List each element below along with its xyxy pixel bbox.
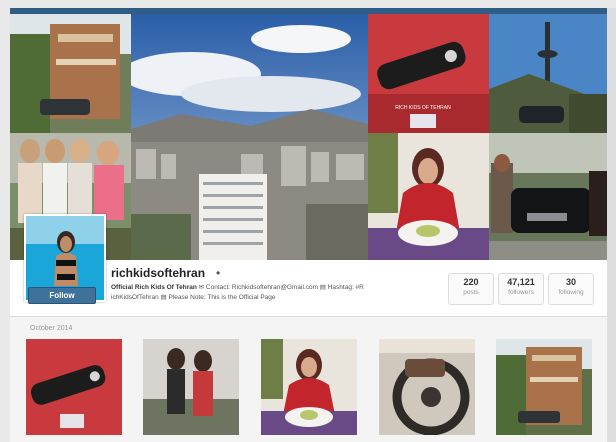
options-icon[interactable]: • — [216, 266, 220, 280]
feed-thumbnail-dinner[interactable] — [261, 339, 357, 435]
feed-thumbnail-steering-wheel[interactable] — [379, 339, 475, 435]
stat-posts[interactable]: 220 posts — [448, 273, 494, 305]
feed-thumbnail-car-key[interactable] — [26, 339, 122, 435]
hero-photo-city[interactable] — [131, 14, 368, 260]
hero-photo-tower[interactable] — [489, 14, 607, 133]
profile-bio: Official Rich Kids Of Tehran ✉ Contact: … — [111, 283, 411, 303]
scrollbar[interactable] — [607, 8, 616, 442]
profile-page: RICH KIDS OF TEHRAN Follow richkidsofteh… — [10, 8, 607, 442]
stat-posts-label: posts — [463, 289, 479, 296]
stat-following-label: following — [558, 289, 584, 296]
follow-button[interactable]: Follow — [28, 287, 96, 304]
stat-followers-count: 47,121 — [507, 277, 535, 287]
profile-full-name: Official Rich Kids Of Tehran — [111, 284, 197, 291]
hero-photo-villa[interactable] — [10, 14, 131, 133]
key-card-text: RICH KIDS OF TEHRAN — [395, 105, 451, 111]
hero-photo-dinner[interactable] — [368, 133, 489, 260]
month-heading: October 2014 — [30, 325, 73, 332]
stat-followers[interactable]: 47,121 followers — [498, 273, 544, 305]
profile-username[interactable]: richkidsoftehran — [111, 266, 205, 280]
stat-following-count: 30 — [565, 277, 576, 287]
stat-following[interactable]: 30 following — [548, 273, 594, 305]
hero-photo-car-key[interactable]: RICH KIDS OF TEHRAN — [368, 14, 489, 133]
hero-photo-classic-car[interactable] — [489, 133, 607, 260]
stat-posts-count: 220 — [463, 277, 479, 287]
feed-thumbnail-villa[interactable] — [496, 339, 592, 435]
feed-thumbnail-two-women[interactable] — [143, 339, 239, 435]
stat-followers-label: followers — [508, 289, 534, 296]
